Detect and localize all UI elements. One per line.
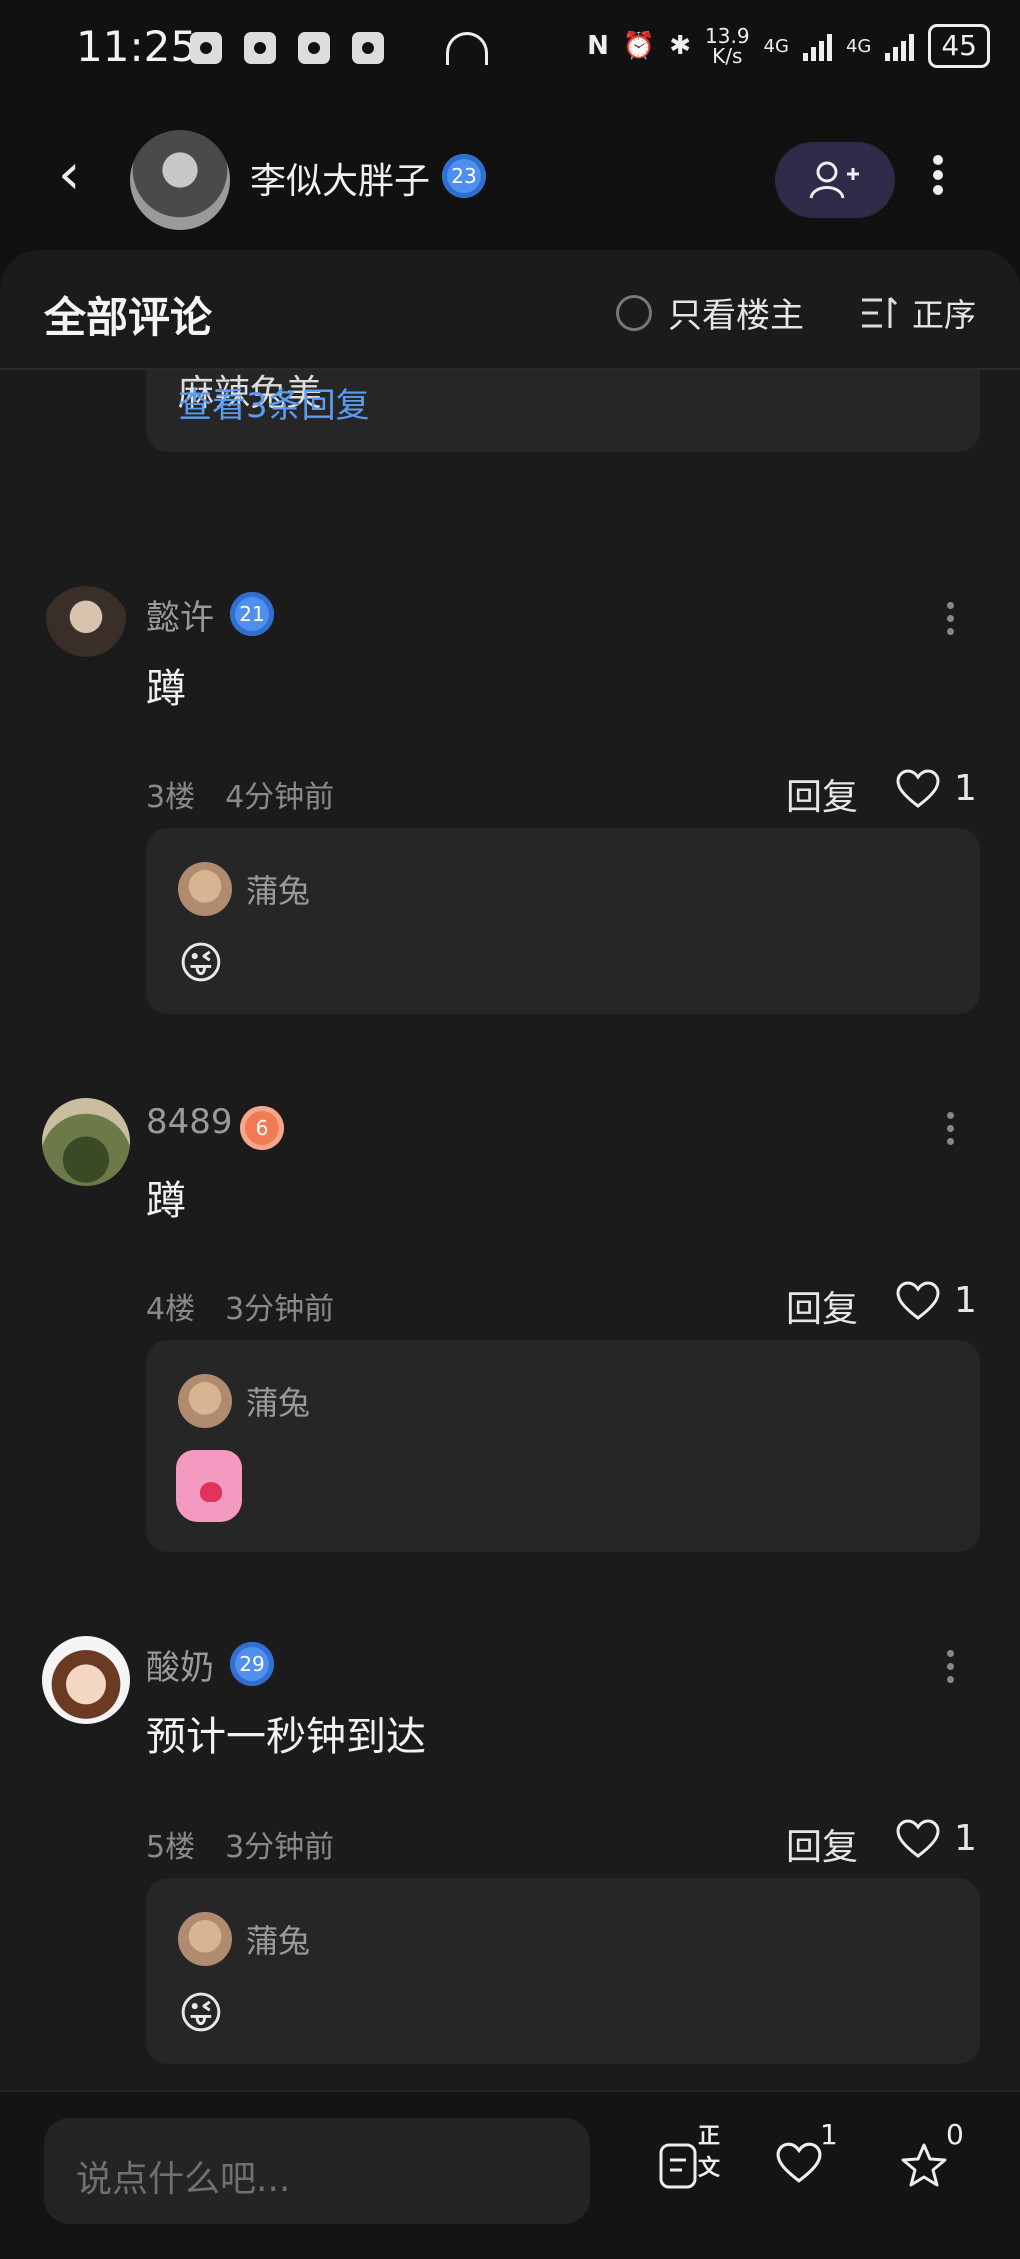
favorite-button[interactable]: 0 — [900, 2118, 964, 2192]
reply-author: 蒲兔 — [246, 872, 311, 910]
like-button[interactable]: 1 — [896, 768, 977, 809]
more-vertical-icon[interactable] — [944, 1112, 956, 1151]
more-vertical-icon[interactable] — [928, 152, 948, 208]
battery-indicator: 45 — [928, 24, 990, 68]
comments-sheet: 全部评论 只看楼主 正序 麻辣兔美 查看3条回复 懿许 21 蹲 3楼 4分钟前 … — [0, 250, 1020, 2090]
commenter-avatar[interactable] — [42, 586, 130, 674]
app-notification-icon — [352, 32, 384, 64]
notification-icons — [190, 32, 488, 65]
view-body-button[interactable]: 正文 — [658, 2124, 720, 2194]
status-bar: 11:25 N ⏰ ✱ 13.9 K/s 4G 4G 45 — [0, 0, 1020, 100]
author-level-badge: 23 — [442, 154, 486, 198]
view-replies-link[interactable]: 查看3条回复 — [178, 378, 370, 427]
radio-icon — [616, 294, 652, 331]
like-count: 1 — [954, 1818, 977, 1859]
reply-emoji: 😜 — [178, 1988, 224, 2039]
comment-text: 蹲 — [146, 666, 186, 712]
comment-input[interactable]: 说点什么吧... — [44, 2118, 590, 2224]
reply-box[interactable]: 蒲兔 😜 — [146, 828, 980, 1014]
app-notification-icon — [190, 32, 222, 64]
reply-button[interactable]: 回复 — [786, 1280, 858, 1332]
speedometer-icon — [446, 32, 488, 65]
only-owner-label: 只看楼主 — [668, 296, 804, 336]
heart-icon — [896, 768, 940, 808]
add-user-icon — [809, 161, 859, 199]
document-icon — [659, 2143, 697, 2189]
comment-time: 4分钟前 — [225, 780, 335, 815]
star-icon — [901, 2143, 947, 2187]
author-avatar[interactable] — [130, 130, 230, 230]
network-type-1: 4G — [763, 35, 789, 57]
status-time: 11:25 — [76, 22, 198, 71]
reply-avatar — [178, 1912, 232, 1966]
reply-box[interactable]: 蒲兔 — [146, 1340, 980, 1552]
network-type-2: 4G — [845, 35, 872, 57]
reply-avatar — [178, 1374, 232, 1428]
app-notification-icon — [298, 32, 330, 64]
more-vertical-icon[interactable] — [944, 1650, 956, 1689]
heart-icon — [896, 1280, 940, 1320]
comments-header: 全部评论 只看楼主 正序 — [0, 250, 1020, 370]
author-name[interactable]: 李似大胖子 — [250, 152, 430, 204]
heart-sticker — [176, 1450, 242, 1522]
signal-icon — [802, 31, 832, 61]
signal-icon — [885, 31, 915, 61]
commenter-level-badge: 6 — [240, 1106, 284, 1150]
commenter-avatar[interactable] — [42, 1098, 130, 1186]
only-owner-toggle[interactable]: 只看楼主 — [616, 288, 804, 337]
post-like-count: 1 — [820, 2118, 838, 2151]
sort-toggle[interactable]: 正序 — [860, 290, 976, 336]
heart-icon — [896, 1818, 940, 1858]
floor-number: 5楼 — [146, 1830, 196, 1865]
sort-label: 正序 — [912, 296, 977, 334]
nfc-icon: N — [587, 31, 609, 61]
post-header: ‹ 李似大胖子 23 — [0, 100, 1020, 250]
commenter-name[interactable]: 酸奶 — [146, 1640, 214, 1689]
follow-button[interactable] — [775, 142, 895, 218]
comment-meta: 5楼 3分钟前 — [146, 1822, 334, 1866]
floor-number: 4楼 — [146, 1292, 196, 1327]
commenter-level-badge: 21 — [230, 592, 274, 636]
comments-title: 全部评论 — [44, 293, 213, 342]
bluetooth-icon: ✱ — [669, 31, 692, 61]
app-notification-icon — [244, 32, 276, 64]
commenter-name[interactable]: 8489 — [146, 1102, 233, 1142]
network-speed: 13.9 K/s — [705, 24, 750, 68]
comment-input-placeholder: 说点什么吧... — [76, 2159, 291, 2200]
commenter-level-badge: 29 — [230, 1642, 274, 1686]
more-vertical-icon[interactable] — [944, 602, 956, 641]
body-label: 正文 — [698, 2124, 721, 2181]
reply-button[interactable]: 回复 — [786, 768, 858, 820]
back-arrow-icon[interactable]: ‹ — [58, 147, 92, 203]
bottom-action-bar: 说点什么吧... 正文 1 0 — [0, 2090, 1020, 2259]
reply-avatar — [178, 862, 232, 916]
reply-author: 蒲兔 — [246, 1922, 311, 1960]
comment-meta: 3楼 4分钟前 — [146, 772, 334, 816]
like-post-button[interactable]: 1 — [776, 2118, 838, 2188]
floor-number: 3楼 — [146, 780, 196, 815]
like-button[interactable]: 1 — [896, 1818, 977, 1859]
comment-text: 预计一秒钟到达 — [146, 1714, 426, 1760]
comment-meta: 4楼 3分钟前 — [146, 1284, 334, 1328]
reply-button[interactable]: 回复 — [786, 1818, 858, 1870]
commenter-name[interactable]: 懿许 — [146, 590, 214, 639]
comment-text: 蹲 — [146, 1178, 186, 1224]
heart-icon — [776, 2142, 822, 2183]
comment-time: 3分钟前 — [225, 1830, 335, 1865]
reply-author: 蒲兔 — [246, 1384, 311, 1422]
like-count: 1 — [954, 1280, 977, 1321]
reply-emoji: 😜 — [178, 938, 224, 989]
sort-icon — [862, 296, 898, 328]
like-button[interactable]: 1 — [896, 1280, 977, 1321]
favorite-count: 0 — [946, 2118, 964, 2151]
commenter-avatar[interactable] — [42, 1636, 130, 1724]
alarm-icon: ⏰ — [622, 31, 656, 61]
like-count: 1 — [954, 768, 977, 809]
reply-box[interactable]: 蒲兔 😜 — [146, 1878, 980, 2064]
comment-time: 3分钟前 — [225, 1292, 335, 1327]
